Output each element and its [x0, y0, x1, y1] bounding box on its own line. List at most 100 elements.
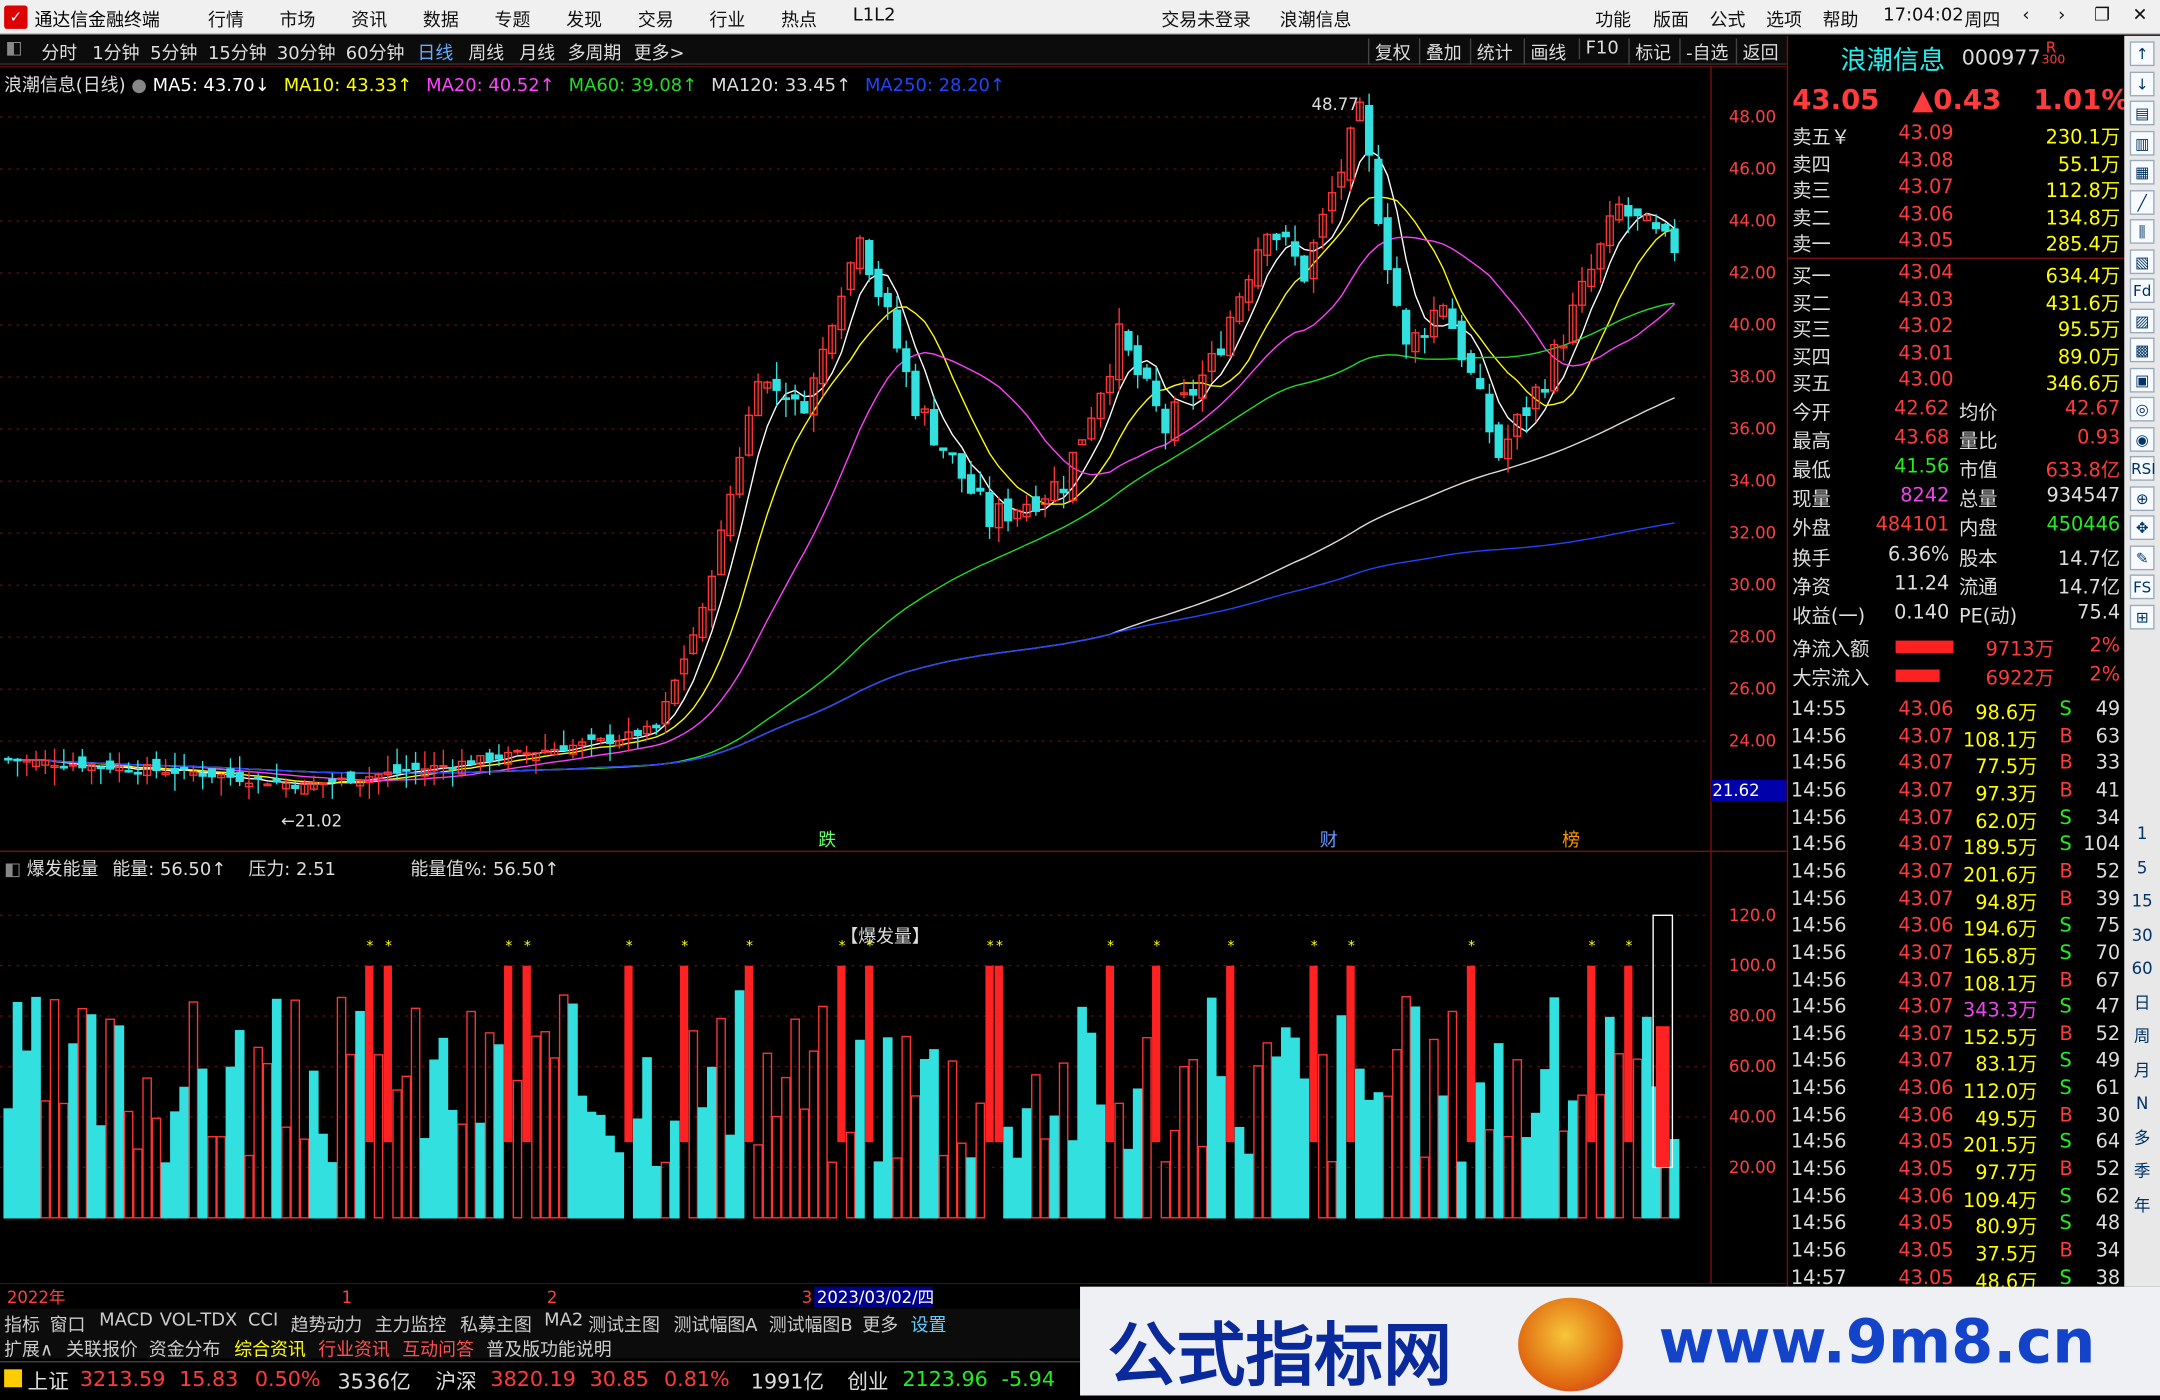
- menu-item[interactable]: 发现: [566, 6, 602, 32]
- sidebar-tool-icon[interactable]: ▧: [2129, 248, 2155, 274]
- indicator-tab[interactable]: 主力监控: [375, 1310, 447, 1337]
- menu-item[interactable]: 公式: [1710, 6, 1746, 32]
- sidebar-tool-icon[interactable]: ▥: [2129, 130, 2155, 155]
- sidebar-period[interactable]: N: [2130, 1091, 2155, 1116]
- sidebar-period[interactable]: 年: [2130, 1192, 2155, 1217]
- tool-button[interactable]: 叠加: [1418, 38, 1462, 65]
- sidebar-period[interactable]: 60: [2130, 956, 2155, 981]
- indicator-tab[interactable]: 测试幅图B: [769, 1310, 853, 1337]
- sidebar-period[interactable]: 5: [2130, 855, 2155, 880]
- tick-list[interactable]: 14:55 43.06 98.6万 S 49 14:56 43.07 108.1万 B 63 14:…: [1788, 697, 2126, 1286]
- period-tab[interactable]: 多周期: [568, 39, 622, 65]
- sidebar-period[interactable]: 周: [2130, 1024, 2155, 1049]
- period-tab[interactable]: 周线: [468, 39, 504, 65]
- sidebar-period[interactable]: 30: [2130, 922, 2155, 947]
- indicator-tab[interactable]: 测试主图: [588, 1310, 660, 1337]
- period-tab[interactable]: 更多>: [634, 39, 685, 65]
- sidebar-tool-icon[interactable]: RSI: [2129, 455, 2156, 481]
- menu-item[interactable]: 专题: [495, 6, 531, 32]
- period-tab[interactable]: 5分钟: [150, 39, 197, 65]
- indicator-tab[interactable]: 更多: [862, 1310, 898, 1337]
- back-icon[interactable]: ‹: [2022, 6, 2029, 27]
- info-tab[interactable]: 行业资讯: [318, 1335, 390, 1361]
- sidebar-period[interactable]: 日: [2130, 990, 2155, 1015]
- tool-button[interactable]: 画线: [1523, 38, 1566, 65]
- close-icon[interactable]: ✕: [2133, 6, 2148, 27]
- menu-item[interactable]: 市场: [280, 6, 316, 32]
- sidebar-tool-icon[interactable]: ▦: [2129, 159, 2155, 185]
- tool-button[interactable]: 返回: [1735, 38, 1779, 65]
- period-tab[interactable]: 1分钟: [92, 39, 139, 65]
- sidebar-period[interactable]: 多: [2130, 1125, 2155, 1150]
- login-status[interactable]: 交易未登录: [1161, 6, 1251, 32]
- indicator-tab[interactable]: 趋势动力: [291, 1310, 363, 1337]
- sidebar-tool-icon[interactable]: ⊕: [2129, 485, 2155, 511]
- sidebar-tool-icon[interactable]: ◎: [2129, 396, 2155, 422]
- sidebar-tool-icon[interactable]: ▤: [2129, 100, 2155, 126]
- sidebar-tool-icon[interactable]: ✎: [2129, 544, 2155, 570]
- info-tab[interactable]: 普及版功能说明: [486, 1335, 611, 1361]
- menu-toggle-icon[interactable]: ◧: [6, 39, 23, 60]
- info-tab[interactable]: 关联报价: [66, 1335, 138, 1361]
- index-name[interactable]: 上证: [28, 1367, 69, 1396]
- sidebar-tool-icon[interactable]: ✥: [2129, 515, 2155, 541]
- menu-item[interactable]: 热点: [781, 6, 817, 32]
- menu-item[interactable]: 版面: [1653, 6, 1689, 32]
- indicator-tab[interactable]: CCI: [248, 1310, 278, 1331]
- period-tab-selected[interactable]: 日线: [417, 39, 453, 65]
- tool-button[interactable]: 统计: [1469, 38, 1513, 65]
- sidebar-period[interactable]: 15: [2130, 889, 2155, 914]
- menu-item[interactable]: 数据: [423, 6, 459, 32]
- sidebar-tool-icon[interactable]: ▣: [2129, 367, 2155, 392]
- restore-icon[interactable]: ❐: [2094, 6, 2110, 27]
- sidebar-tool-icon[interactable]: ⫼: [2129, 219, 2155, 244]
- menu-item[interactable]: 行情: [208, 6, 244, 32]
- sidebar-tool-icon[interactable]: ▨: [2129, 307, 2155, 333]
- tool-button[interactable]: -自选: [1679, 38, 1728, 65]
- indicator-tab[interactable]: 测试幅图A: [674, 1310, 758, 1337]
- info-tab[interactable]: 扩展∧: [4, 1335, 53, 1361]
- forward-icon[interactable]: ›: [2058, 6, 2065, 27]
- menu-item[interactable]: 资讯: [351, 6, 387, 32]
- index-name[interactable]: 沪深: [435, 1367, 476, 1396]
- sidebar-tool-icon[interactable]: ⊞: [2129, 604, 2155, 629]
- menu-item[interactable]: L1L2: [853, 6, 896, 27]
- indicator-tab[interactable]: 设置: [911, 1310, 947, 1337]
- index-name[interactable]: 创业: [847, 1367, 888, 1396]
- menu-item[interactable]: 交易: [638, 6, 674, 32]
- sidebar-tool-icon[interactable]: ↑: [2129, 41, 2155, 67]
- menu-item[interactable]: 行业: [709, 6, 745, 32]
- sidebar-tool-icon[interactable]: FS: [2129, 574, 2155, 600]
- indicator-tab[interactable]: 窗口: [50, 1310, 86, 1337]
- indicator-dot-icon[interactable]: ◧: [4, 860, 21, 881]
- tool-button[interactable]: 复权: [1367, 38, 1411, 65]
- info-tab[interactable]: 互动问答: [402, 1335, 474, 1361]
- status-icon[interactable]: [4, 1369, 23, 1388]
- period-tab[interactable]: 15分钟: [208, 39, 267, 65]
- period-tab[interactable]: 60分钟: [346, 39, 405, 65]
- indicator-tab[interactable]: 私募主图: [460, 1310, 532, 1337]
- tool-button[interactable]: 标记: [1628, 38, 1671, 65]
- period-tab[interactable]: 月线: [519, 39, 555, 65]
- indicator-tab[interactable]: MA2: [544, 1310, 583, 1331]
- tool-button[interactable]: F10: [1578, 38, 1619, 60]
- period-tab[interactable]: 30分钟: [277, 39, 336, 65]
- sidebar-tool-icon[interactable]: ▩: [2129, 337, 2155, 363]
- menu-item[interactable]: 帮助: [1823, 6, 1859, 32]
- info-tab[interactable]: 资金分布: [149, 1335, 221, 1361]
- period-tab[interactable]: 分时: [41, 39, 77, 65]
- indicator-tab[interactable]: 指标: [4, 1310, 40, 1337]
- menu-item[interactable]: 功能: [1595, 6, 1631, 32]
- sidebar-tool-icon[interactable]: ◉: [2129, 426, 2155, 452]
- sidebar-period[interactable]: 季: [2130, 1159, 2155, 1184]
- sidebar-tool-icon[interactable]: ↓: [2129, 70, 2155, 96]
- sidebar-tool-icon[interactable]: ╱: [2129, 189, 2155, 215]
- indicator-tab[interactable]: VOL-TDX: [160, 1310, 238, 1331]
- menu-item[interactable]: 选项: [1766, 6, 1802, 32]
- indicator-tab[interactable]: MACD: [99, 1310, 153, 1331]
- settings-dot-icon[interactable]: ●: [131, 76, 147, 97]
- chart-area[interactable]: 48.00 46.00 44.00 42.00 40.00 38.00 36.00 34.00…: [0, 66, 1787, 1309]
- sidebar-period[interactable]: 1: [2130, 821, 2155, 846]
- info-tab[interactable]: 综合资讯: [234, 1335, 306, 1361]
- sidebar-tool-icon[interactable]: Fd: [2129, 278, 2155, 304]
